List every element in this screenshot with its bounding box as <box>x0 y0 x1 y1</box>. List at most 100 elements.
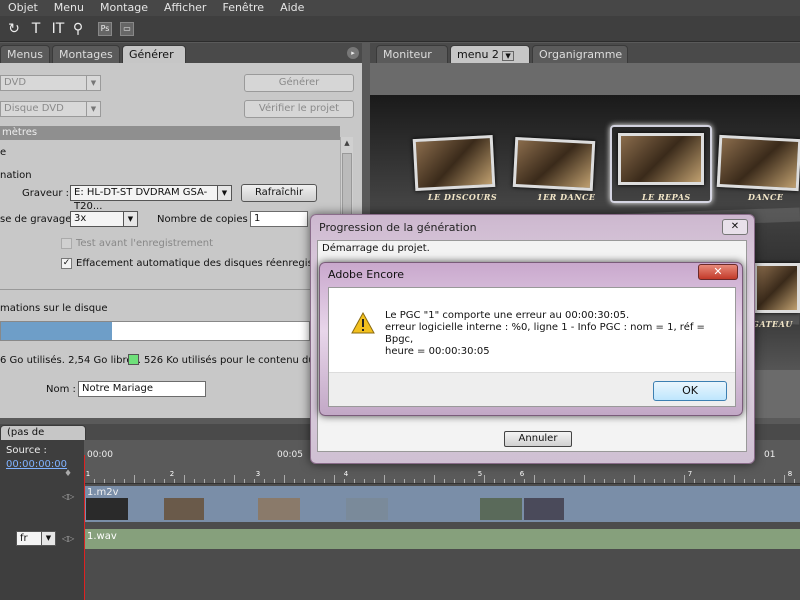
menu-thumbnail-dance[interactable] <box>716 134 800 192</box>
test-label: Test avant l'enregistrement <box>76 238 213 249</box>
menu-objet[interactable]: Objet <box>0 0 46 16</box>
chevron-down-icon[interactable]: ▼ <box>502 51 514 61</box>
speed-label: se de gravage : <box>0 214 78 225</box>
ruler-tick <box>484 475 485 483</box>
ruler-tick <box>174 479 175 483</box>
audio-track[interactable]: 1.wav <box>84 529 800 549</box>
tab-timeline[interactable]: (pas de diaporama) <box>0 425 86 451</box>
chapter-marker[interactable]: 5 <box>476 470 484 478</box>
panel-menu-icon[interactable]: ▸ <box>347 47 359 59</box>
caption-1er-dance[interactable]: 1ER DANCE <box>537 192 596 202</box>
ruler-tick <box>534 475 535 483</box>
menu-bar: Objet Menu Montage Afficher Fenêtre Aide <box>0 0 800 16</box>
track-nav-icon[interactable]: ◁▷ <box>62 534 74 543</box>
menu-thumbnail-1er-dance[interactable] <box>512 136 596 192</box>
name-input[interactable]: Notre Mariage <box>78 381 206 397</box>
tab-menu-2[interactable]: menu 2 ▼ ✕ <box>450 45 530 80</box>
tab-generer[interactable]: Générer ✕ <box>122 45 186 78</box>
ruler-tick <box>734 475 735 483</box>
ok-button[interactable]: OK <box>653 381 727 401</box>
ruler-label: 01 <box>764 450 776 460</box>
scroll-up-icon[interactable]: ▲ <box>342 139 352 151</box>
close-icon[interactable]: ✕ <box>698 264 738 280</box>
generate-button[interactable]: Générer <box>244 74 354 92</box>
ruler-tick <box>214 479 215 483</box>
ruler-tick <box>184 475 185 483</box>
section-parameters[interactable]: mètres <box>0 126 340 140</box>
caption-gateau[interactable]: GATEAU <box>752 319 793 329</box>
video-frame-thumbnail <box>86 498 128 520</box>
menu-montage[interactable]: Montage <box>92 0 156 16</box>
close-icon[interactable]: ✕ <box>722 219 748 235</box>
ruler-tick <box>674 479 675 483</box>
ruler-tick <box>374 479 375 483</box>
ruler-tick <box>304 479 305 483</box>
ruler-tick <box>134 475 135 483</box>
vertical-text-tool-icon[interactable]: IT <box>48 19 68 39</box>
disk-usage-text: 6 Go utilisés. 2,54 Go libres. <box>0 355 141 366</box>
caption-dance[interactable]: DANCE <box>748 192 783 202</box>
menu-aide[interactable]: Aide <box>272 0 312 16</box>
caption-discours[interactable]: LE DISCOURS <box>428 192 497 202</box>
speed-dropdown[interactable]: 3x ▼ <box>70 211 138 227</box>
language-dropdown[interactable]: fr ▼ <box>16 531 56 546</box>
video-track[interactable]: 1.m2v <box>84 486 800 522</box>
photoshop-icon[interactable]: Ps <box>98 22 112 36</box>
track-nav-icon[interactable]: ◁▷ <box>62 492 74 501</box>
text-tool-icon[interactable]: T <box>26 19 46 39</box>
error-dialog-footer: OK <box>329 372 735 406</box>
recorder-dropdown[interactable]: E: HL-DT-ST DVDRAM GSA-T20... ▼ <box>70 185 232 212</box>
menu-fenetre[interactable]: Fenêtre <box>214 0 272 16</box>
ruler-tick <box>614 479 615 483</box>
menu-thumbnail-discours[interactable] <box>412 134 496 192</box>
tab-menus[interactable]: Menus <box>0 45 50 63</box>
refresh-button[interactable]: Rafraîchir <box>241 184 317 202</box>
tab-organigramme[interactable]: Organigramme <box>532 45 628 63</box>
chapter-marker[interactable]: 3 <box>254 470 262 478</box>
ruler-label: 00:05 <box>277 450 303 460</box>
tab-generer-label: Générer <box>129 48 174 61</box>
tab-moniteur[interactable]: Moniteur <box>376 45 448 63</box>
zoom-tool-icon[interactable]: ⚲ <box>68 19 88 39</box>
menu-afficher[interactable]: Afficher <box>156 0 214 16</box>
output-dropdown[interactable]: Disque DVD ▼ <box>0 101 101 117</box>
error-message: Le PGC "1" comporte une erreur au 00:00:… <box>385 310 735 358</box>
warning-icon <box>351 312 375 334</box>
output-value: Disque DVD <box>4 103 64 114</box>
tab-montages[interactable]: Montages <box>52 45 120 63</box>
verify-project-button[interactable]: Vérifier le projet <box>244 100 354 118</box>
app-window: Objet Menu Montage Afficher Fenêtre Aide… <box>0 0 800 600</box>
chapter-marker[interactable]: 4 <box>342 470 350 478</box>
playhead[interactable] <box>84 455 85 600</box>
ruler-tick <box>754 479 755 483</box>
menu-thumbnail-repas[interactable] <box>618 133 704 185</box>
chapter-marker[interactable]: 2 <box>168 470 176 478</box>
ruler-tick <box>424 479 425 483</box>
caption-repas[interactable]: LE REPAS <box>642 192 691 202</box>
menu-thumbnail-gateau[interactable] <box>754 263 800 313</box>
video-frame-thumbnail <box>164 498 204 520</box>
ruler-tick <box>394 479 395 483</box>
ruler-tick <box>584 475 585 483</box>
chapter-marker[interactable]: 8 <box>786 470 794 478</box>
marker-icon[interactable]: ♦ <box>64 469 72 479</box>
erase-checkbox[interactable]: ✓ <box>61 258 72 269</box>
chapter-marker[interactable]: 6 <box>518 470 526 478</box>
rotate-tool-icon[interactable]: ↻ <box>4 19 24 39</box>
preview-icon[interactable]: ▭ <box>120 22 134 36</box>
ruler-tick <box>94 479 95 483</box>
ruler-tick <box>494 479 495 483</box>
chapter-marker[interactable]: 1 <box>84 470 92 478</box>
menu-menu[interactable]: Menu <box>46 0 92 16</box>
video-frame-thumbnail <box>524 498 564 520</box>
copies-input[interactable]: 1 <box>250 211 308 227</box>
ruler-tick <box>544 479 545 483</box>
chapter-marker[interactable]: 7 <box>686 470 694 478</box>
test-checkbox[interactable] <box>61 238 72 249</box>
ruler-tick <box>194 479 195 483</box>
cancel-button[interactable]: Annuler <box>504 431 572 447</box>
timecode-display[interactable]: 00:00:00:00 <box>6 459 67 470</box>
format-dropdown[interactable]: DVD ▼ <box>0 75 101 91</box>
progress-dialog-title: Progression de la génération <box>319 221 477 234</box>
error-dialog-title: Adobe Encore <box>328 268 405 281</box>
